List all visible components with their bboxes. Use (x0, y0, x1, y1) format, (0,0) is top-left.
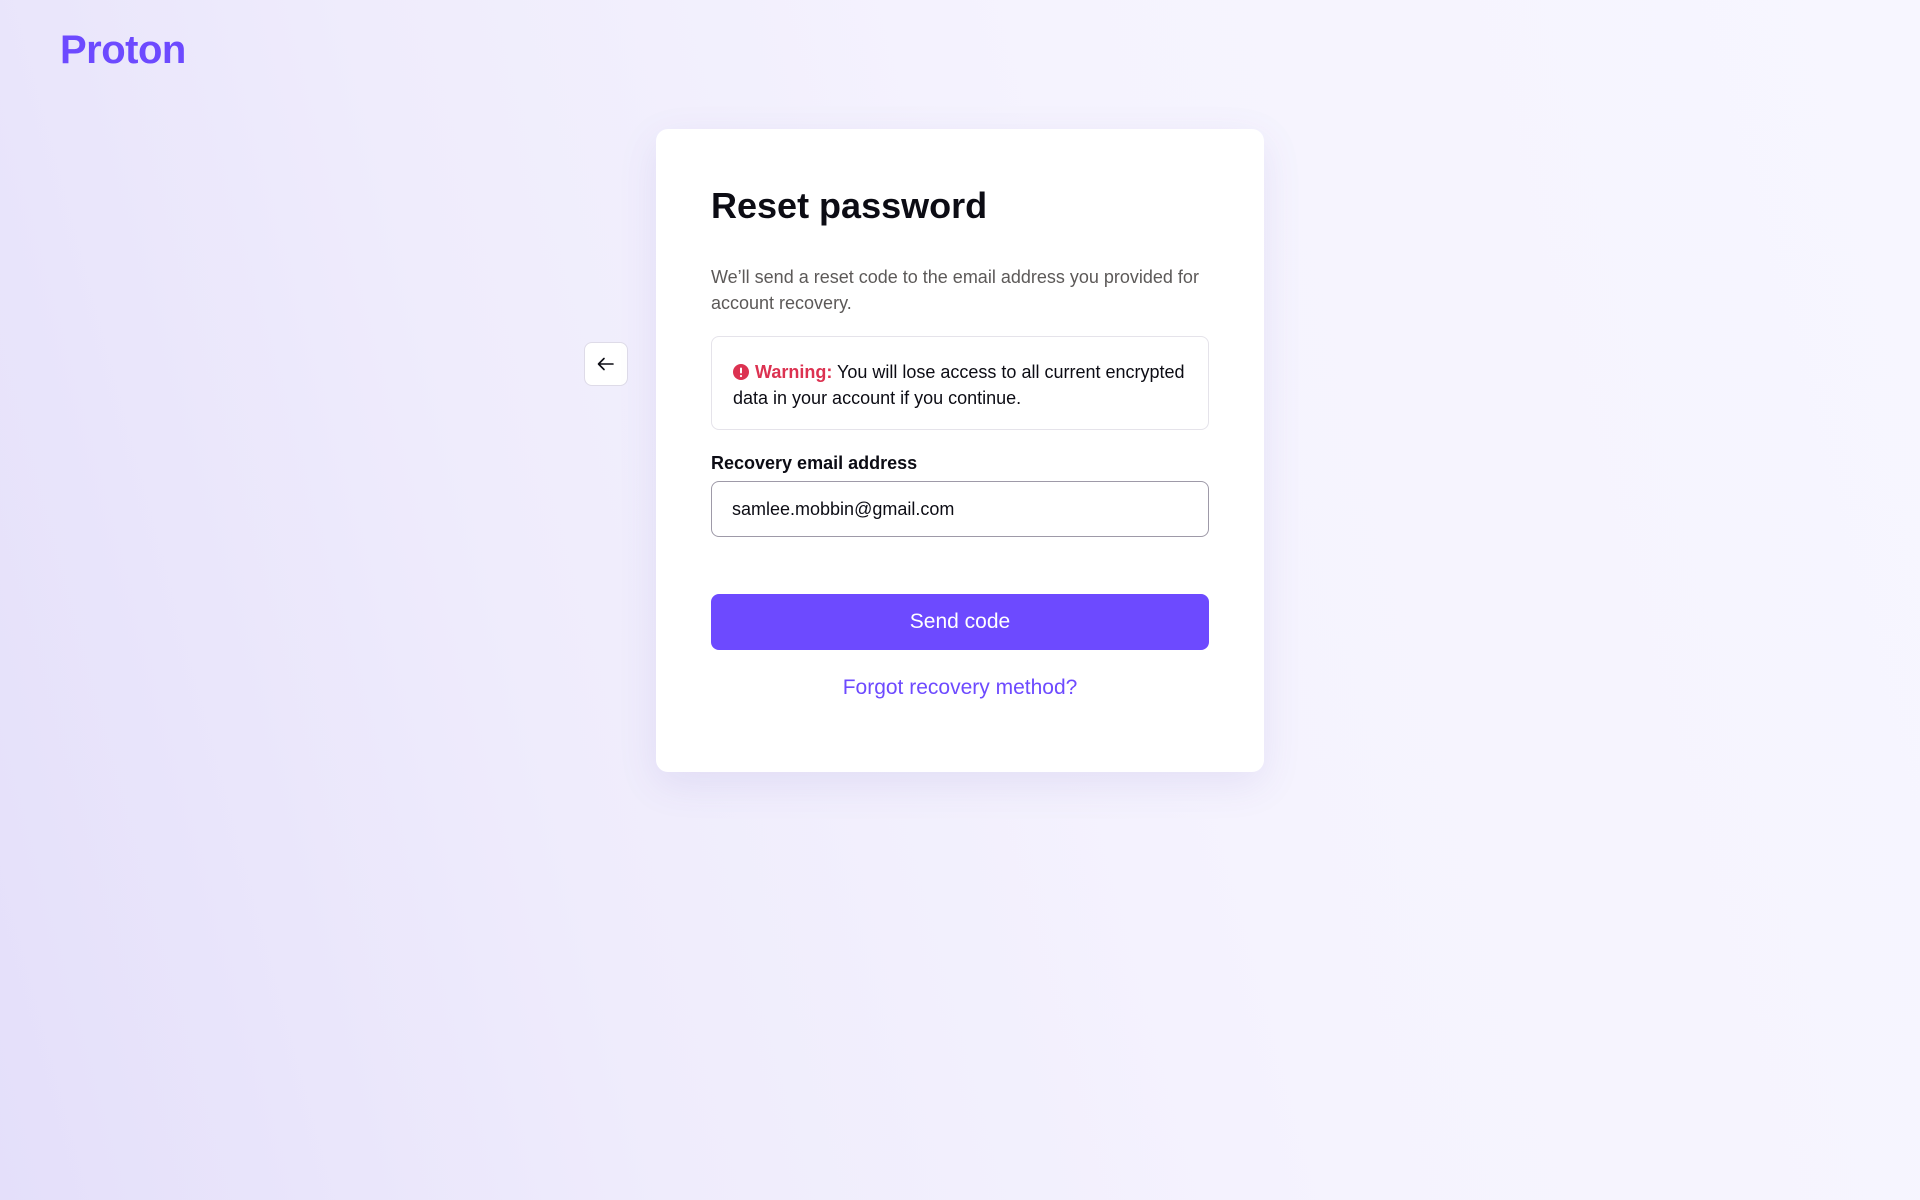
recovery-email-label: Recovery email address (711, 453, 918, 473)
subtitle-text: We’ll send a reset code to the email add… (711, 267, 1199, 313)
send-code-button[interactable]: Send code (711, 594, 1209, 650)
forgot-recovery-method-link[interactable]: Forgot recovery method? (711, 674, 1209, 702)
proton-logo[interactable]: Proton (60, 28, 186, 72)
warning-notice: Warning: You will lose access to all cur… (711, 336, 1209, 430)
recovery-email-input[interactable] (711, 481, 1209, 537)
page-title: Reset password (711, 185, 988, 226)
arrow-left-icon (597, 357, 614, 371)
warning-label: Warning: (755, 362, 833, 382)
reset-password-card: Reset password We’ll send a reset code t… (656, 129, 1264, 772)
alert-circle-icon (733, 364, 749, 380)
back-button[interactable] (584, 342, 628, 386)
